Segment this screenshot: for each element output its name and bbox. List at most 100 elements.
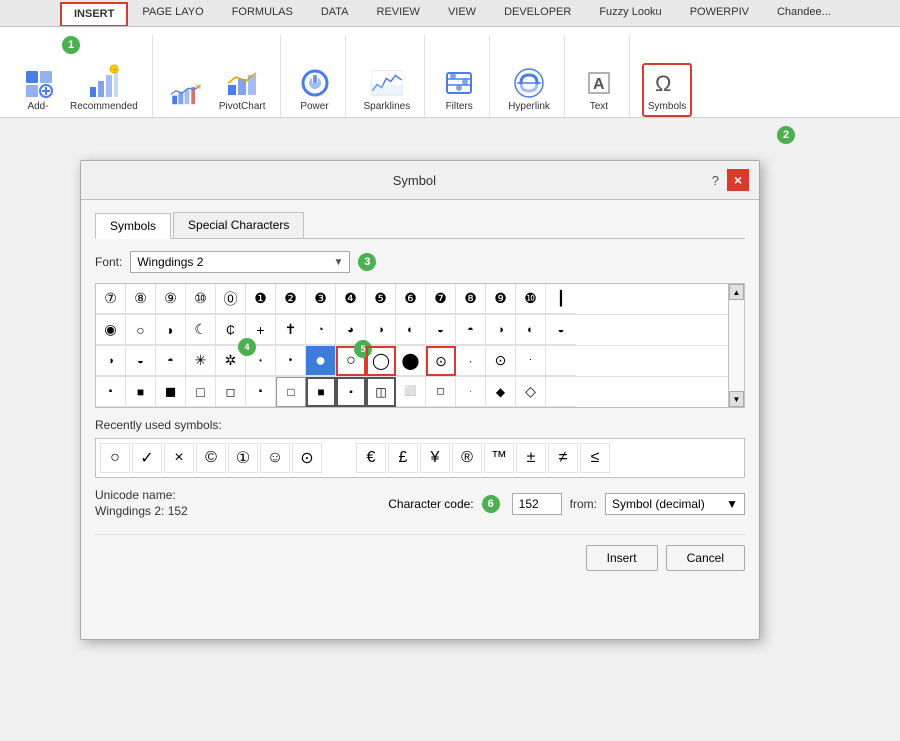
tab-powerpiv[interactable]: POWERPIV (676, 0, 763, 26)
symbol-cell[interactable]: ◔ (306, 315, 336, 345)
symbol-cell[interactable]: ◆ (486, 377, 516, 407)
tab-formulas[interactable]: FORMULAS (218, 0, 307, 26)
symbol-cell[interactable]: · (456, 346, 486, 376)
recent-cell[interactable]: £ (388, 443, 418, 473)
symbol-cell[interactable]: ◓ (156, 346, 186, 376)
symbol-cell[interactable]: ❽ (456, 284, 486, 314)
symbol-cell[interactable]: • 4 (246, 346, 276, 376)
recent-cell[interactable]: ① (228, 443, 258, 473)
hyperlink-button[interactable]: Hyperlink (502, 63, 556, 117)
recent-cell[interactable]: × (164, 443, 194, 473)
symbol-cell[interactable]: ■ (126, 377, 156, 407)
symbol-cell[interactable]: ┃ (546, 284, 576, 314)
symbol-cell[interactable]: ◉ (96, 315, 126, 345)
symbol-cell[interactable]: ◑ (96, 346, 126, 376)
symbol-cell[interactable]: □ (276, 377, 306, 407)
recent-cell[interactable]: © (196, 443, 226, 473)
filters-button[interactable]: Filters (437, 63, 481, 117)
symbol-cell[interactable]: ❷ (276, 284, 306, 314)
symbol-cell[interactable]: · (456, 377, 486, 407)
symbol-cell[interactable]: ❻ (396, 284, 426, 314)
tab-symbols[interactable]: Symbols (95, 213, 171, 239)
symbol-cell[interactable]: ◇ (516, 377, 546, 407)
symbol-cell[interactable]: ⋅ (516, 346, 546, 376)
symbol-cell[interactable]: ◒ (546, 315, 576, 345)
symbol-cell[interactable]: • (276, 346, 306, 376)
recent-cell[interactable]: ⊙ (292, 443, 322, 473)
symbol-cell[interactable]: ⊙ (486, 346, 516, 376)
symbol-cell[interactable]: ◐ (396, 315, 426, 345)
cancel-button[interactable]: Cancel (666, 545, 745, 571)
symbol-cell[interactable] (546, 346, 576, 376)
recent-cell[interactable]: ™ (484, 443, 514, 473)
tab-special-chars[interactable]: Special Characters (173, 212, 304, 238)
scrollbar-track[interactable] (729, 300, 744, 391)
dialog-help-button[interactable]: ? (708, 173, 723, 188)
recent-cell[interactable]: € (356, 443, 386, 473)
recent-cell[interactable]: ✓ (132, 443, 162, 473)
charts-button[interactable] (165, 75, 209, 117)
tab-insert[interactable]: INSERT (60, 2, 128, 26)
tab-developer[interactable]: DEVELOPER (490, 0, 585, 26)
tab-chandee[interactable]: Chandee... (763, 0, 845, 26)
recent-cell[interactable]: ¥ (420, 443, 450, 473)
symbol-cell[interactable]: ❼ (426, 284, 456, 314)
symbol-cell[interactable]: ◒ (126, 346, 156, 376)
recent-cell[interactable]: ≤ (580, 443, 610, 473)
recent-cell[interactable]: ○ (100, 443, 130, 473)
sparklines-button[interactable]: Sparklines (358, 63, 417, 117)
pivotchart-button[interactable]: PivotChart (213, 63, 272, 117)
symbol-cell[interactable]: ⬜ (396, 377, 426, 407)
tab-fuzzy[interactable]: Fuzzy Looku (585, 0, 675, 26)
symbol-cell[interactable]: ◼ (156, 377, 186, 407)
symbol-cell[interactable]: ❹ (336, 284, 366, 314)
symbol-cell[interactable] (546, 377, 576, 407)
symbol-cell[interactable]: ◯ (366, 346, 396, 376)
text-button[interactable]: A Text (577, 63, 621, 117)
symbol-cell[interactable]: ◻ (216, 377, 246, 407)
tab-data[interactable]: DATA (307, 0, 363, 26)
symbol-cell[interactable]: ❸ (306, 284, 336, 314)
from-select[interactable]: Symbol (decimal) ▼ (605, 493, 745, 515)
dialog-close-button[interactable]: × (727, 169, 749, 191)
insert-button[interactable]: Insert (586, 545, 658, 571)
recent-cell[interactable]: ± (516, 443, 546, 473)
symbol-cell[interactable]: ○ (126, 315, 156, 345)
symbol-cell[interactable]: ▪ (96, 377, 126, 407)
symbol-cell[interactable]: ⓪ (216, 284, 246, 314)
grid-scrollbar[interactable]: ▲ ▼ (728, 284, 744, 407)
symbol-cell[interactable]: ❶ (246, 284, 276, 314)
tab-review[interactable]: REVIEW (363, 0, 434, 26)
symbol-cell[interactable]: ⬤ (396, 346, 426, 376)
symbol-cell-selected[interactable]: ● (306, 346, 336, 376)
recent-cell[interactable] (324, 443, 354, 473)
symbol-cell[interactable]: ◗ (156, 315, 186, 345)
tab-page-layout[interactable]: PAGE LAYO (128, 0, 217, 26)
symbol-cell[interactable]: ⊙ (426, 346, 456, 376)
power-button[interactable]: Power (293, 63, 337, 117)
symbol-cell[interactable]: □ (186, 377, 216, 407)
symbol-cell[interactable]: ◓ (456, 315, 486, 345)
symbol-cell[interactable]: ❺ (366, 284, 396, 314)
recent-cell[interactable]: ☺ (260, 443, 290, 473)
symbol-cell[interactable]: ❾ (486, 284, 516, 314)
recent-cell[interactable]: ≠ (548, 443, 578, 473)
symbol-cell[interactable]: ■ (306, 377, 336, 407)
char-code-input[interactable] (512, 493, 562, 515)
symbol-cell[interactable]: ⑩ (186, 284, 216, 314)
symbol-cell[interactable]: ❿ (516, 284, 546, 314)
symbol-cell[interactable]: ◑ (486, 315, 516, 345)
symbol-cell[interactable]: ✝ (276, 315, 306, 345)
symbol-cell[interactable]: ⑨ (156, 284, 186, 314)
symbol-cell[interactable]: ◒ (426, 315, 456, 345)
symbol-cell[interactable]: ⑧ (126, 284, 156, 314)
scrollbar-up[interactable]: ▲ (729, 284, 744, 300)
addin-button[interactable]: Add- (16, 63, 60, 117)
tab-view[interactable]: VIEW (434, 0, 490, 26)
symbol-cell[interactable]: ▪ (246, 377, 276, 407)
symbol-cell[interactable]: ▪ (336, 377, 366, 407)
symbol-cell[interactable]: ◐ (516, 315, 546, 345)
scrollbar-down[interactable]: ▼ (729, 391, 744, 407)
symbol-cell[interactable]: ✳ (186, 346, 216, 376)
font-select[interactable]: Wingdings 2 ▼ (130, 251, 350, 273)
